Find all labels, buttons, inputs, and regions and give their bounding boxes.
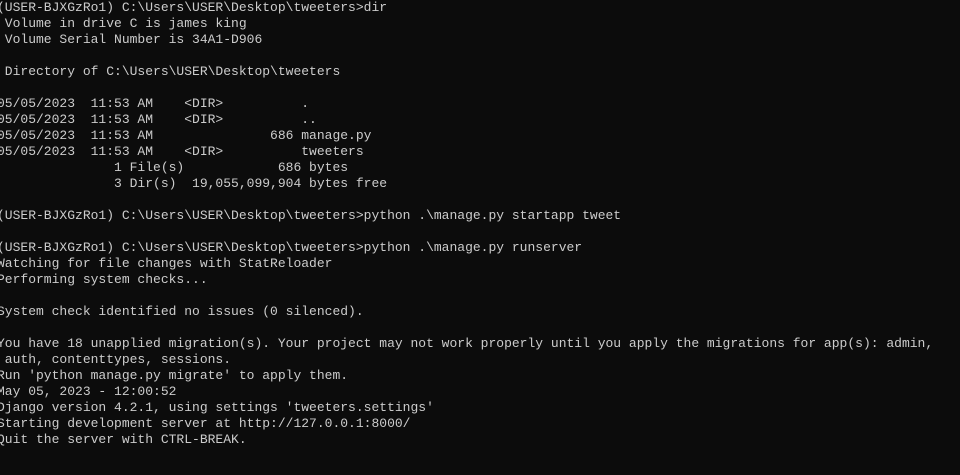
terminal-line: Directory of C:\Users\USER\Desktop\tweet…: [0, 64, 341, 79]
terminal-line: 05/05/2023 11:53 AM <DIR> tweeters: [0, 144, 364, 159]
terminal-line: You have 18 unapplied migration(s). Your…: [0, 336, 934, 351]
terminal-line: May 05, 2023 - 12:00:52: [0, 384, 177, 399]
terminal-line: (USER-BJXGzRo1) C:\Users\USER\Desktop\tw…: [0, 240, 583, 255]
terminal-line: auth, contenttypes, sessions.: [0, 352, 232, 367]
terminal-line: 05/05/2023 11:53 AM <DIR> .: [0, 96, 310, 111]
terminal-line: 3 Dir(s) 19,055,099,904 bytes free: [0, 176, 388, 191]
terminal-line: (USER-BJXGzRo1) C:\Users\USER\Desktop\tw…: [0, 0, 388, 15]
terminal-line: Watching for file changes with StatReloa…: [0, 256, 333, 271]
terminal-line: Quit the server with CTRL-BREAK.: [0, 432, 247, 447]
terminal-line: Starting development server at http://12…: [0, 416, 411, 431]
terminal-line: Volume in drive C is james king: [0, 16, 247, 31]
terminal-line: System check identified no issues (0 sil…: [0, 304, 364, 319]
terminal-line: Run 'python manage.py migrate' to apply …: [0, 368, 349, 383]
terminal-line: Volume Serial Number is 34A1-D906: [0, 32, 263, 47]
terminal-line: 1 File(s) 686 bytes: [0, 160, 349, 175]
terminal-line: Django version 4.2.1, using settings 'tw…: [0, 400, 434, 415]
terminal-output[interactable]: (USER-BJXGzRo1) C:\Users\USER\Desktop\tw…: [0, 0, 960, 475]
terminal-line: Performing system checks...: [0, 272, 208, 287]
terminal-line: 05/05/2023 11:53 AM 686 manage.py: [0, 128, 372, 143]
terminal-line: 05/05/2023 11:53 AM <DIR> ..: [0, 112, 317, 127]
terminal-line: (USER-BJXGzRo1) C:\Users\USER\Desktop\tw…: [0, 208, 622, 223]
